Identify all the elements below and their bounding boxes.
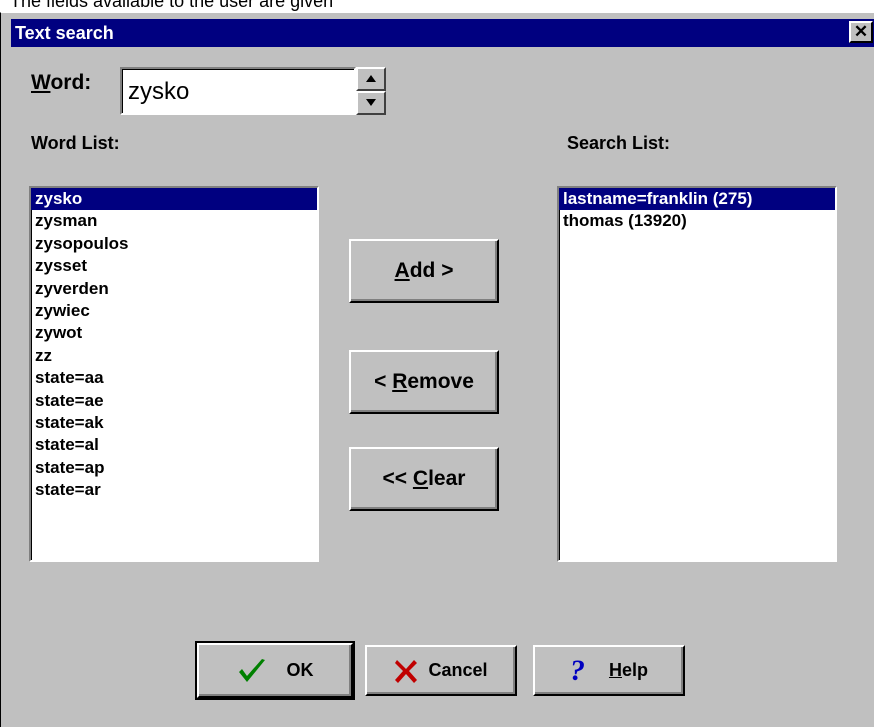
cancel-button-label: Cancel (428, 660, 488, 680)
list-item[interactable]: state=al (31, 434, 317, 456)
remove-button[interactable]: < Remove (349, 350, 499, 414)
list-item[interactable]: state=ak (31, 412, 317, 434)
ok-button-label: OK (286, 660, 314, 680)
title-bar[interactable]: Text search ✕ (11, 19, 874, 47)
list-item[interactable]: lastname=franklin (275) (559, 188, 835, 211)
arrow-down-icon (366, 99, 376, 106)
word-list[interactable]: zysko zysman zysopoulos zysset zyverden zywie… (29, 186, 319, 562)
clear-button[interactable]: << Clear (349, 447, 499, 511)
background-caption-text: The fields available to the user are giv… (10, 0, 334, 11)
remove-button-label: < Remove (374, 370, 474, 393)
checkmark-icon (238, 658, 265, 682)
word-label: Word: (31, 71, 92, 94)
word-list-label: Word List: (31, 133, 120, 153)
add-button[interactable]: Add > (349, 239, 499, 303)
word-spinner[interactable] (356, 67, 386, 115)
ok-button[interactable]: OK (195, 641, 355, 700)
help-button[interactable]: ? Help (533, 645, 685, 696)
question-icon: ? (569, 653, 585, 687)
add-button-label: Add > (394, 259, 454, 282)
cancel-button[interactable]: Cancel (365, 645, 517, 696)
close-icon: ✕ (853, 22, 869, 41)
list-item[interactable]: state=ar (31, 479, 317, 501)
list-item[interactable]: zz (31, 345, 317, 367)
list-item[interactable]: zywiec (31, 300, 317, 322)
list-item[interactable]: zywot (31, 322, 317, 344)
search-list[interactable]: lastname=franklin (275) thomas (13920) (557, 186, 837, 562)
x-icon (395, 659, 418, 683)
word-input[interactable] (128, 77, 348, 107)
list-item[interactable]: zysko (31, 188, 317, 211)
search-list-label: Search List: (567, 133, 671, 153)
list-item[interactable]: zysset (31, 255, 317, 277)
dialog-title: Text search (15, 23, 114, 43)
list-item[interactable]: state=ap (31, 457, 317, 479)
spin-down-button[interactable] (356, 91, 386, 115)
spin-up-button[interactable] (356, 67, 386, 91)
list-item[interactable]: zyverden (31, 278, 317, 300)
help-button-label: Help (608, 660, 648, 680)
text-search-dialog: Text search ✕ Word: Word List: Search Li… (0, 12, 874, 727)
clear-button-label: << Clear (382, 467, 466, 490)
word-field[interactable] (120, 67, 356, 115)
arrow-up-icon (366, 75, 376, 82)
list-item[interactable]: zysopoulos (31, 233, 317, 255)
list-item[interactable]: state=ae (31, 390, 317, 412)
list-item[interactable]: thomas (13920) (559, 210, 835, 232)
close-button[interactable]: ✕ (849, 21, 873, 43)
list-item[interactable]: zysman (31, 210, 317, 232)
list-item[interactable]: state=aa (31, 367, 317, 389)
